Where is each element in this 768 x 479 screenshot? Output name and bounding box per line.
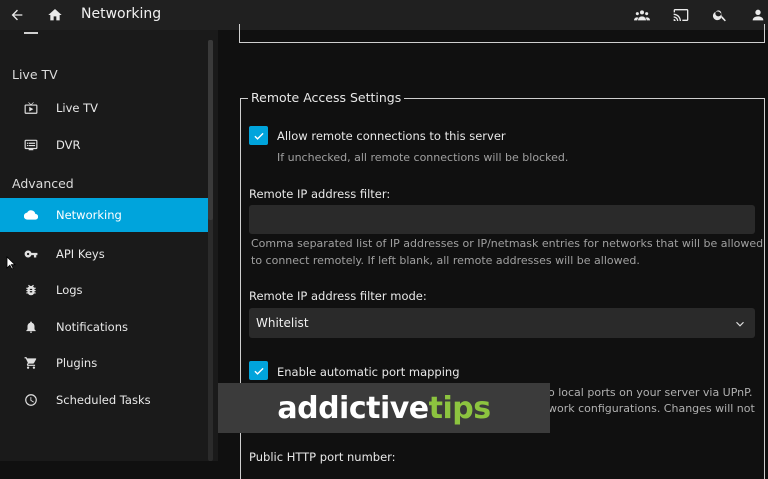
dvr-icon	[24, 138, 38, 152]
users-icon[interactable]	[634, 7, 650, 23]
ip-filter-mode-label: Remote IP address filter mode:	[249, 289, 427, 303]
ip-filter-help-line-2: to connect remotely. If left blank, all …	[251, 254, 640, 267]
remote-access-legend: Remote Access Settings	[248, 90, 405, 105]
ip-filter-mode-value: Whitelist	[256, 316, 309, 330]
sidebar-item-label: Notifications	[56, 320, 128, 334]
previous-section-box	[239, 24, 765, 43]
clock-icon	[24, 393, 38, 407]
watermark-text-part2: tips	[428, 390, 491, 426]
bell-icon	[24, 320, 38, 334]
key-icon	[24, 247, 38, 261]
ip-filter-help-line-1: Comma separated list of IP addresses or …	[251, 237, 764, 250]
sidebar-item-label: DVR	[56, 138, 81, 152]
allow-remote-checkbox[interactable]	[249, 126, 268, 145]
sidebar-item-label: Logs	[56, 283, 83, 297]
home-icon[interactable]	[47, 7, 63, 23]
port-mapping-label: Enable automatic port mapping	[277, 365, 460, 379]
sidebar-item-label: Networking	[56, 208, 122, 222]
sidebar-scrollbar-thumb[interactable]	[208, 40, 213, 220]
cast-icon[interactable]	[673, 7, 689, 23]
allow-remote-help: If unchecked, all remote connections wil…	[277, 151, 569, 164]
back-arrow-icon[interactable]	[9, 7, 25, 23]
port-mapping-help-line-2: work configurations. Changes will not	[548, 402, 755, 415]
sidebar-item-logs[interactable]: Logs	[0, 273, 208, 307]
cart-icon	[24, 356, 38, 370]
sidebar-item-plugins[interactable]: Plugins	[0, 346, 208, 380]
sidebar-item-label: Plugins	[56, 356, 98, 370]
watermark-text-part1: addictive	[277, 390, 429, 426]
cloud-icon	[24, 208, 38, 222]
user-icon[interactable]	[750, 7, 766, 23]
sidebar-item-api-keys[interactable]: API Keys	[0, 237, 208, 271]
sidebar-item-notifications[interactable]: Notifications	[0, 310, 208, 344]
sidebar-item-label: Live TV	[56, 101, 99, 115]
allow-remote-label: Allow remote connections to this server	[277, 129, 506, 143]
chevron-down-icon	[733, 316, 747, 330]
port-mapping-help-line-1: o local ports on your server via UPnP.	[548, 386, 753, 399]
sidebar-item-scheduled-tasks[interactable]: Scheduled Tasks	[0, 383, 208, 417]
sidebar-section-advanced: Advanced	[12, 176, 74, 191]
sidebar-item-label: API Keys	[56, 247, 105, 261]
watermark-logo: addictive tips	[218, 383, 550, 433]
mouse-cursor-icon	[6, 256, 16, 270]
http-port-label: Public HTTP port number:	[249, 450, 396, 464]
sidebar-item-label: Scheduled Tasks	[56, 393, 151, 407]
sidebar-item-live-tv[interactable]: Live TV	[0, 91, 208, 125]
port-mapping-checkbox[interactable]	[249, 361, 268, 380]
ip-filter-input[interactable]	[249, 205, 755, 234]
truncated-item-icon	[24, 32, 38, 37]
ip-filter-label: Remote IP address filter:	[249, 187, 391, 201]
sidebar-item-dvr[interactable]: DVR	[0, 128, 208, 162]
bug-icon	[24, 283, 38, 297]
sidebar-item-networking[interactable]: Networking	[0, 198, 208, 232]
sidebar: Live TV Live TV DVR Advanced Networking …	[0, 30, 218, 461]
search-icon[interactable]	[712, 7, 728, 23]
ip-filter-mode-select[interactable]: Whitelist	[249, 308, 755, 338]
sidebar-section-live-tv: Live TV	[12, 67, 58, 82]
live-tv-icon	[24, 101, 38, 115]
page-title: Networking	[81, 6, 162, 22]
